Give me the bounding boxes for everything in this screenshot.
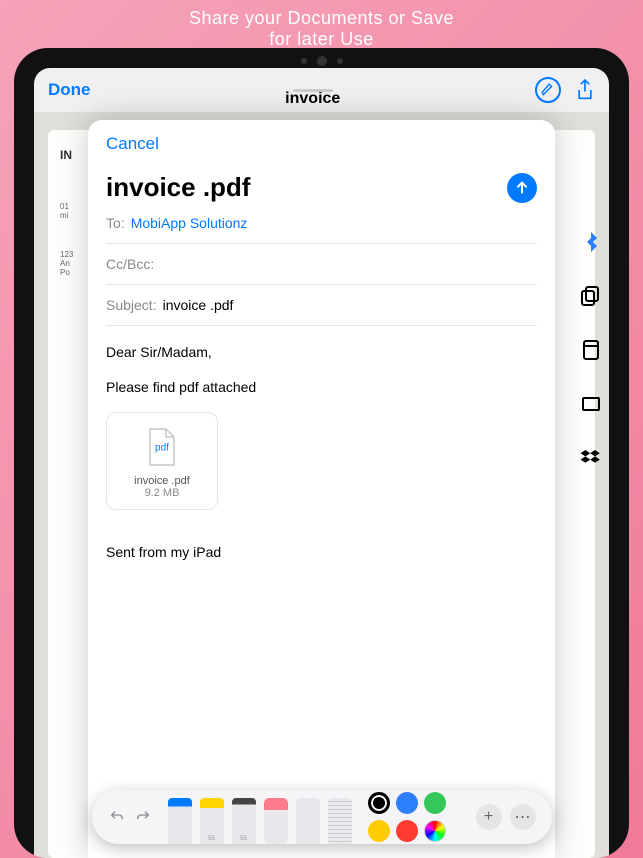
device-notch <box>301 56 343 66</box>
promo-line-2: for later Use <box>0 29 643 50</box>
eraser-tool[interactable] <box>264 798 288 844</box>
markup-toolbar: 55 55 + ⋯ <box>92 790 552 844</box>
pencil-tool[interactable]: 55 <box>232 798 256 844</box>
subject-value: invoice .pdf <box>163 297 234 313</box>
file-icon: pdf <box>146 427 178 467</box>
highlighter-tool[interactable]: 55 <box>200 798 224 844</box>
attachment-tile[interactable]: pdf invoice .pdf 9.2 MB <box>106 412 218 510</box>
color-red[interactable] <box>396 820 418 842</box>
add-button[interactable]: + <box>476 804 502 830</box>
compose-title: invoice .pdf <box>106 172 250 203</box>
color-black[interactable] <box>368 792 390 814</box>
dropbox-icon[interactable] <box>579 446 603 470</box>
subject-label: Subject: <box>106 297 157 313</box>
compose-mail-sheet: Cancel invoice .pdf To: MobiApp Solution… <box>88 120 555 858</box>
color-blue[interactable] <box>396 792 418 814</box>
promo-line-1: Share your Documents or Save <box>0 8 643 29</box>
attachment-size: 9.2 MB <box>115 487 209 499</box>
bluetooth-icon[interactable] <box>579 230 603 254</box>
to-field[interactable]: To: MobiApp Solutionz <box>106 203 537 244</box>
color-wheel[interactable] <box>424 820 446 842</box>
ccbcc-field[interactable]: Cc/Bcc: <box>106 244 537 285</box>
attachment-badge: pdf <box>155 443 169 454</box>
to-value: MobiApp Solutionz <box>131 215 248 231</box>
color-yellow[interactable] <box>368 820 390 842</box>
attachment-name: invoice .pdf <box>115 475 209 487</box>
to-label: To: <box>106 215 125 231</box>
compose-body[interactable]: Dear Sir/Madam, Please find pdf attached <box>106 326 537 398</box>
nav-bar: Done invoice <box>34 68 609 112</box>
cancel-button[interactable]: Cancel <box>106 134 537 154</box>
pen-tool[interactable] <box>168 798 192 844</box>
done-button[interactable]: Done <box>48 80 91 100</box>
copy-icon[interactable] <box>579 284 603 308</box>
body-greeting: Dear Sir/Madam, <box>106 342 537 363</box>
body-text: Please find pdf attached <box>106 377 537 398</box>
markup-toggle-button[interactable] <box>535 77 561 103</box>
window-icon[interactable] <box>579 392 603 416</box>
lasso-tool[interactable] <box>296 798 320 844</box>
signature-text: Sent from my iPad <box>106 544 537 560</box>
more-button[interactable]: ⋯ <box>510 804 536 830</box>
ipad-frame: Done invoice IN 01 mi 123 <box>14 48 629 858</box>
undo-button[interactable] <box>106 806 128 828</box>
screen: Done invoice IN 01 mi 123 <box>34 68 609 858</box>
subject-field[interactable]: Subject: invoice .pdf <box>106 285 537 326</box>
nav-title: invoice <box>285 90 340 108</box>
ruler-tool[interactable] <box>328 798 352 844</box>
nav-grab-handle[interactable] <box>293 89 333 92</box>
page-icon[interactable] <box>579 338 603 362</box>
redo-button[interactable] <box>132 806 154 828</box>
send-button[interactable] <box>507 173 537 203</box>
color-green[interactable] <box>424 792 446 814</box>
share-icon[interactable] <box>575 78 595 102</box>
ccbcc-label: Cc/Bcc: <box>106 256 154 272</box>
